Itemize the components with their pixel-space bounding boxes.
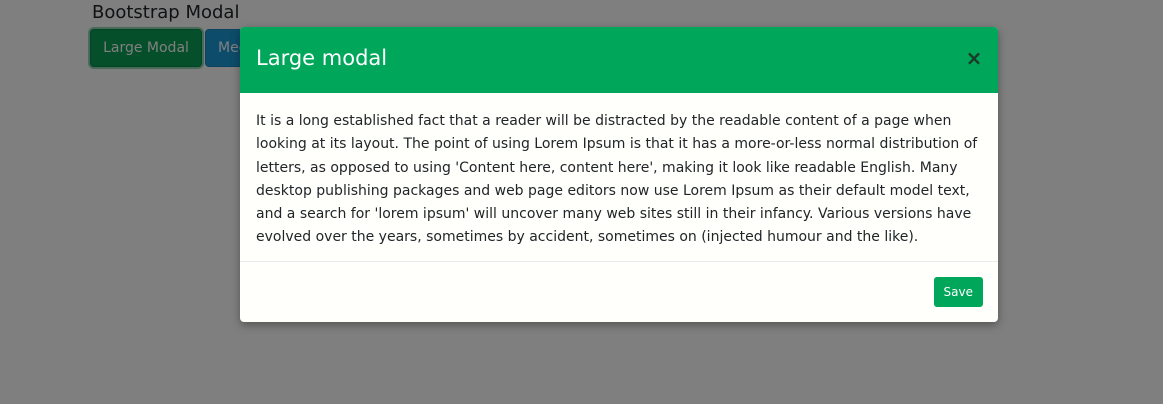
modal-header: Large modal × xyxy=(240,27,998,93)
modal-footer: Save xyxy=(240,261,998,322)
close-icon[interactable]: × xyxy=(964,46,984,70)
modal-body-text: It is a long established fact that a rea… xyxy=(256,113,978,246)
modal-title: Large modal xyxy=(256,46,388,70)
save-button[interactable]: Save xyxy=(933,277,983,307)
large-modal-dialog: Large modal × It is a long established f… xyxy=(240,27,998,322)
